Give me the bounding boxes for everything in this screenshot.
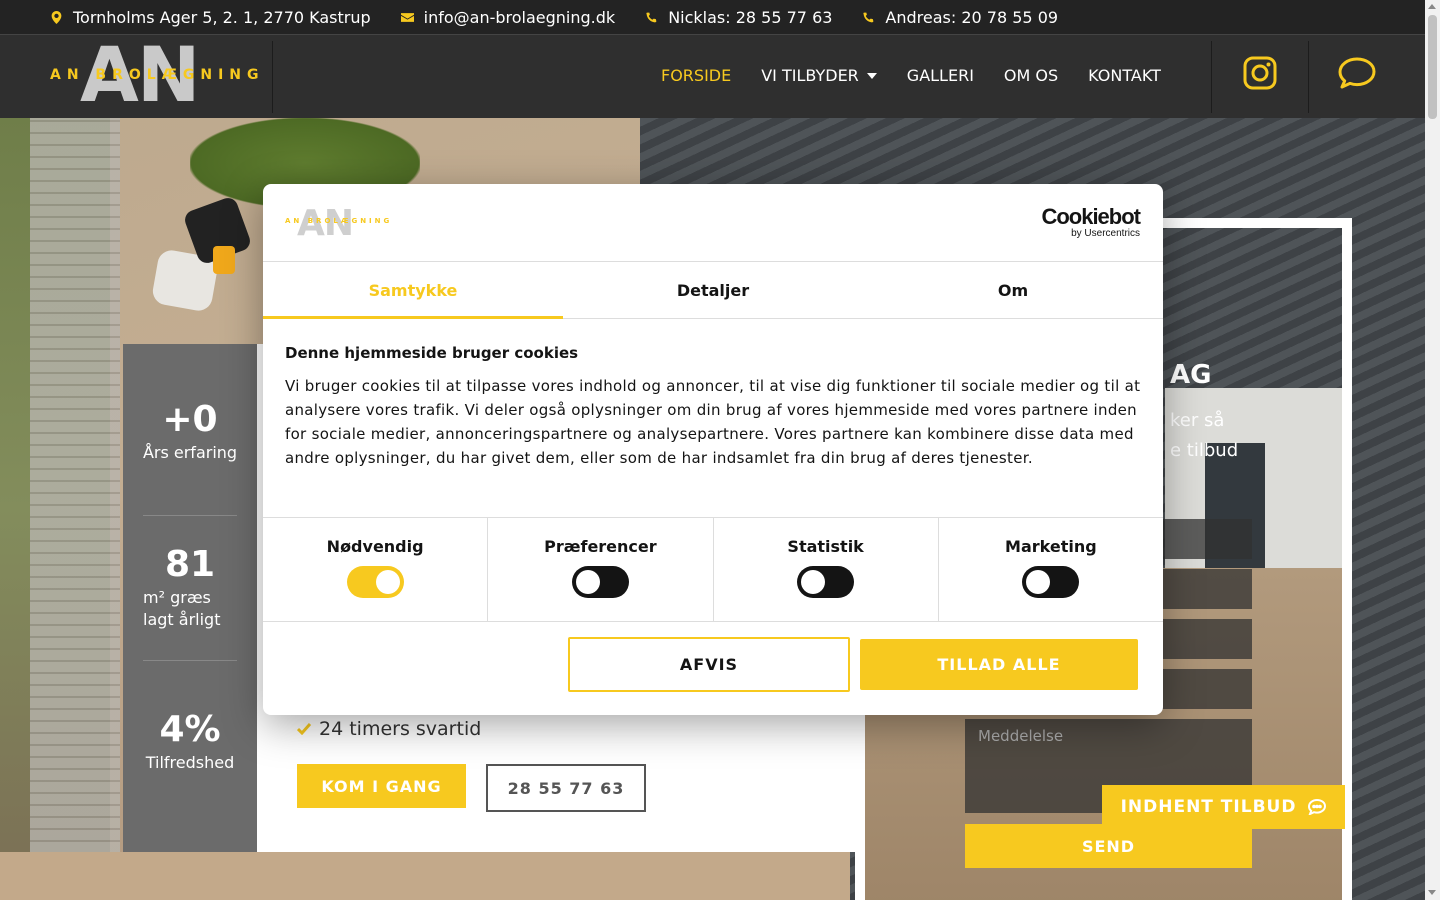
site-logo[interactable]: AN AN BROLÆGNING xyxy=(50,37,259,113)
cookie-site-logo: AN AN BROLÆGNING xyxy=(285,206,389,242)
category-necessary: Nødvendig xyxy=(263,518,489,621)
contact-bar: Tornholms Ager 5, 2. 1, 2770 Kastrup inf… xyxy=(0,0,1425,34)
form-heading: AG xyxy=(1170,360,1212,390)
scroll-thumb[interactable] xyxy=(1428,15,1437,119)
phone-icon xyxy=(863,12,874,22)
category-marketing: Marketing xyxy=(939,518,1163,621)
stat-label-line: lagt årligt xyxy=(143,610,221,629)
logo-name: AN BROLÆGNING xyxy=(285,217,393,225)
address-text: Tornholms Ager 5, 2. 1, 2770 Kastrup xyxy=(73,7,371,27)
form-text: ker så xyxy=(1170,410,1225,431)
toggle-knob xyxy=(375,570,400,594)
bucket xyxy=(213,246,235,274)
cookie-tabs: Samtykke Detaljer Om xyxy=(263,262,1163,319)
cookie-title: Denne hjemmeside bruger cookies xyxy=(285,344,579,362)
scroll-down-arrow[interactable] xyxy=(1428,890,1436,895)
sand-strip xyxy=(0,852,850,900)
toggle-necessary[interactable] xyxy=(346,566,404,598)
chat-bubble-icon xyxy=(1308,799,1327,815)
category-label: Nødvendig xyxy=(326,537,424,556)
logo-name: AN BROLÆGNING xyxy=(50,67,265,83)
email-item[interactable]: info@an-brolaegning.dk xyxy=(400,8,616,27)
get-quote-label: INDHENT TILBUD xyxy=(1120,797,1297,817)
nav-item-label: VI TILBYDER xyxy=(761,66,859,85)
cookiebot-logo[interactable]: Cookiebot by Usercentrics xyxy=(1038,204,1141,239)
deny-button[interactable]: AFVIS xyxy=(568,637,850,692)
caret-down-icon xyxy=(866,72,877,79)
toggle-knob xyxy=(801,570,826,594)
category-label: Marketing xyxy=(1005,537,1097,556)
toggle-marketing[interactable] xyxy=(1022,566,1080,598)
cookiebot-name: Cookiebot xyxy=(1041,204,1141,229)
cookie-categories: Nødvendig Præferencer Statistik Marketin… xyxy=(263,517,1163,622)
instagram-icon[interactable] xyxy=(1243,56,1277,90)
get-quote-button[interactable]: INDHENT TILBUD xyxy=(1102,785,1345,829)
envelope-icon xyxy=(400,12,414,22)
nav-item-vi-tilbyder[interactable]: VI TILBYDER xyxy=(761,66,877,85)
stat-experience: +0 Års erfaring xyxy=(123,402,257,464)
location-pin-icon xyxy=(51,10,62,24)
category-statistics: Statistik xyxy=(714,518,939,621)
tile-path xyxy=(30,118,120,900)
tab-detaljer[interactable]: Detaljer xyxy=(563,262,863,318)
scroll-up-arrow[interactable] xyxy=(1428,4,1436,9)
stat-grass: 81 m² græs lagt årligt xyxy=(123,547,257,631)
cookie-consent-dialog: AN AN BROLÆGNING Cookiebot by Usercentri… xyxy=(263,184,1163,715)
stat-number: 4% xyxy=(159,709,221,750)
stat-number: 81 xyxy=(164,544,216,585)
phone-icon xyxy=(646,12,657,22)
nav-item-kontakt[interactable]: KONTAKT xyxy=(1088,66,1161,85)
main-menu: FORSIDE VI TILBYDER GALLERI OM OS KONTAK… xyxy=(661,66,1161,85)
toggle-statistics[interactable] xyxy=(797,566,855,598)
divider xyxy=(143,660,237,661)
phone-link-andreas[interactable]: Andreas: 20 78 55 09 xyxy=(885,8,1058,27)
category-label: Præferencer xyxy=(544,537,657,556)
stat-number: +0 xyxy=(162,399,218,440)
phone-link-nicklas[interactable]: Nicklas: 28 55 77 63 xyxy=(668,8,832,27)
toggle-knob xyxy=(1026,570,1051,594)
page-scrollbar[interactable] xyxy=(1425,0,1440,900)
cookie-description: Vi bruger cookies til at tilpasse vores … xyxy=(285,377,1141,467)
main-header: AN AN BROLÆGNING FORSIDE VI TILBYDER GAL… xyxy=(0,34,1425,118)
divider xyxy=(272,41,273,113)
stat-label-line: m² græs xyxy=(143,588,211,607)
divider xyxy=(143,515,237,516)
get-started-button[interactable]: KOM I GANG xyxy=(297,764,466,808)
toggle-preferences[interactable] xyxy=(571,566,629,598)
call-button[interactable]: 28 55 77 63 xyxy=(486,764,646,812)
allow-all-button[interactable]: TILLAD ALLE xyxy=(860,639,1138,690)
send-button[interactable]: SEND xyxy=(965,824,1252,868)
nav-item-galleri[interactable]: GALLERI xyxy=(907,66,974,85)
category-label: Statistik xyxy=(787,537,864,556)
address-item: Tornholms Ager 5, 2. 1, 2770 Kastrup xyxy=(50,8,371,27)
nav-item-om-os[interactable]: OM OS xyxy=(1004,66,1058,85)
tab-om[interactable]: Om xyxy=(863,262,1163,318)
phone-item-nicklas[interactable]: Nicklas: 28 55 77 63 xyxy=(645,8,832,27)
feature-text: 24 timers svartid xyxy=(319,718,482,740)
stat-satisfaction: 4% Tilfredshed xyxy=(123,712,257,774)
phone-item-andreas[interactable]: Andreas: 20 78 55 09 xyxy=(862,8,1058,27)
divider xyxy=(1211,41,1212,113)
stats-column: +0 Års erfaring 81 m² græs lagt årligt 4… xyxy=(123,344,257,852)
form-text: e tilbud xyxy=(1170,440,1239,461)
tab-samtykke[interactable]: Samtykke xyxy=(263,262,563,319)
check-icon xyxy=(297,723,311,735)
stat-label: m² græs lagt årligt xyxy=(123,587,257,631)
stat-label: Tilfredshed xyxy=(145,753,235,772)
category-preferences: Præferencer xyxy=(488,518,714,621)
toggle-knob xyxy=(575,570,600,594)
cookiebot-sub: by Usercentrics xyxy=(1071,228,1140,239)
nav-item-forside[interactable]: FORSIDE xyxy=(661,66,731,85)
feature-item: 24 timers svartid xyxy=(297,718,481,740)
email-link[interactable]: info@an-brolaegning.dk xyxy=(424,8,616,27)
chat-icon[interactable] xyxy=(1338,56,1376,90)
cookie-header: AN AN BROLÆGNING Cookiebot by Usercentri… xyxy=(263,184,1163,262)
divider xyxy=(1308,41,1309,113)
stat-label: Års erfaring xyxy=(142,443,238,462)
